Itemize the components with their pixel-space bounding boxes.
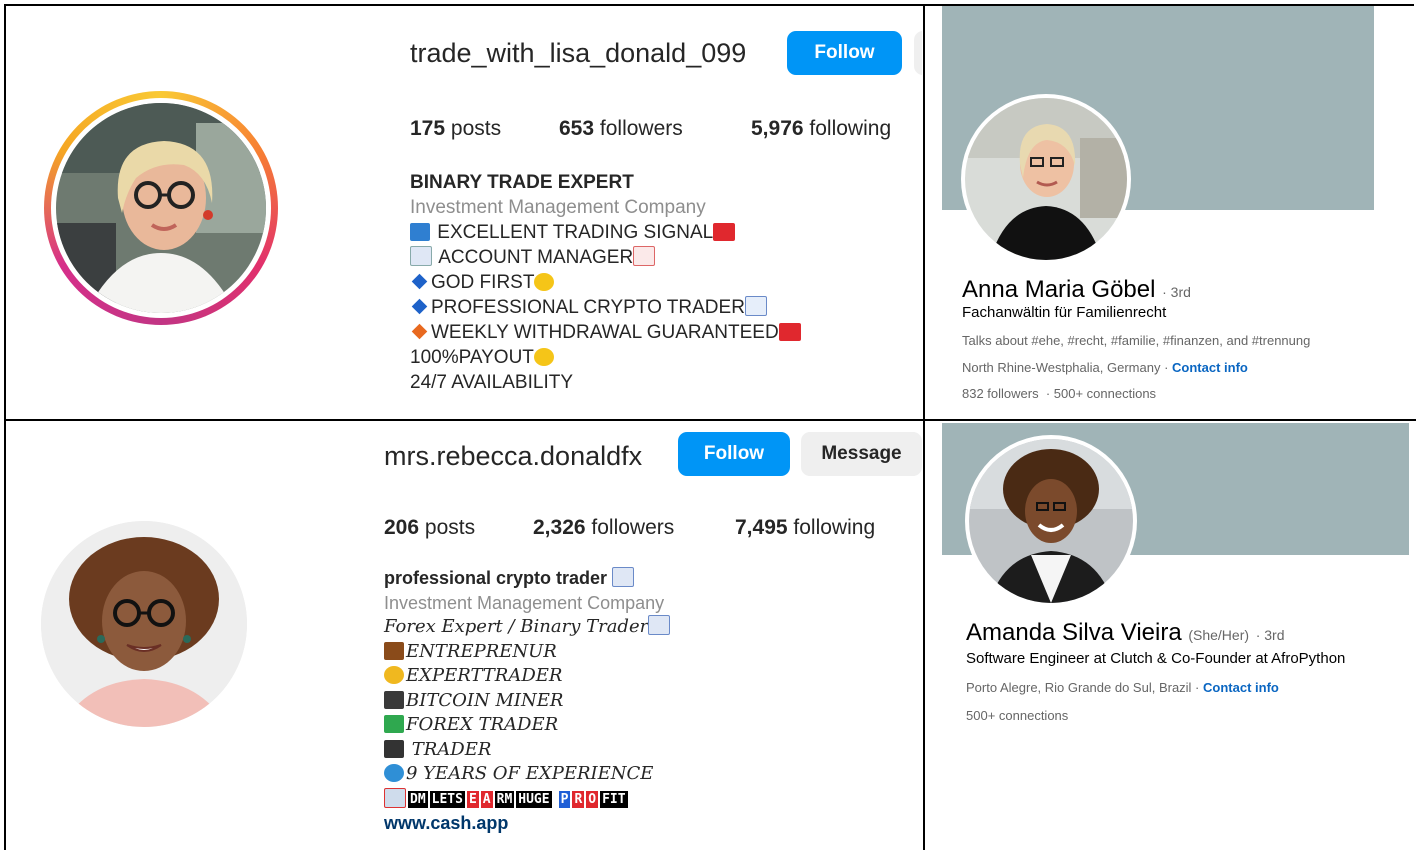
message-button[interactable]: Message	[801, 432, 922, 476]
profile-photo[interactable]	[969, 439, 1133, 603]
profile-avatar[interactable]	[56, 103, 266, 313]
bar-chart-icon	[612, 567, 635, 587]
bio-line: PROFESSIONAL CRYPTO TRADER	[410, 295, 803, 320]
linkedin-profile-amanda: Amanda Silva Vieira (She/Her) · 3rd Soft…	[925, 421, 1414, 850]
website-link[interactable]: www.cash.app	[384, 811, 672, 836]
blue-diamond-icon	[411, 273, 428, 290]
followers-count[interactable]: 653 followers	[559, 117, 683, 141]
profile-category: Investment Management Company	[384, 592, 665, 613]
profile-headline: Software Engineer at Clutch & Co-Founder…	[966, 650, 1346, 667]
bio-line: 9 YEARS OF EXPERIENCE	[384, 762, 672, 787]
laptop-icon	[384, 739, 404, 758]
bio-line: EXCELLENT TRADING SIGNAL	[410, 220, 803, 245]
bio-line: TRADER	[384, 738, 672, 763]
contact-info-link[interactable]: Contact info	[1203, 680, 1279, 695]
bio-line: BITCOIN MINER	[384, 689, 672, 714]
following-count[interactable]: 5,976 following	[751, 117, 891, 141]
briefcase-icon	[384, 641, 404, 660]
bio-line: Forex Expert / Binary Trader	[384, 615, 672, 640]
chart-increasing-icon	[633, 246, 656, 266]
bio-line: WEEKLY WITHDRAWAL GUARANTEED	[410, 320, 803, 345]
profile-name: Amanda Silva Vieira (She/Her) · 3rd	[966, 619, 1285, 646]
bio-line: professional crypto trader	[384, 566, 672, 591]
bio-line: EXPERTTRADER	[384, 664, 672, 689]
followers-count[interactable]: 2,326 followers	[533, 516, 674, 540]
message-button-partial[interactable]	[914, 31, 922, 75]
avatar-image	[41, 521, 247, 727]
profile-avatar[interactable]	[41, 521, 247, 727]
photo-image	[969, 439, 1133, 603]
hundred-points-icon	[778, 323, 801, 341]
check-chart-icon	[384, 715, 404, 733]
connection-degree: · 3rd	[1162, 284, 1191, 300]
bio-line: ACCOUNT MANAGER	[410, 245, 803, 270]
hundred-points-icon	[713, 223, 736, 241]
chart-icon	[410, 223, 430, 241]
follow-button[interactable]: Follow	[678, 432, 790, 476]
pronouns: (She/Her)	[1188, 627, 1250, 643]
bar-chart-icon	[648, 615, 671, 635]
location-line: North Rhine-Westphalia, Germany · Contac…	[962, 360, 1248, 375]
profile-name: BINARY TRADE EXPERT	[410, 172, 634, 193]
network-line: 832 followers · 500+ connections	[962, 386, 1156, 401]
posts-count[interactable]: 175 posts	[410, 117, 501, 141]
connection-degree: · 3rd	[1255, 627, 1285, 643]
profile-name: Anna Maria Göbel · 3rd	[962, 276, 1191, 303]
username: mrs.rebecca.donaldfx	[384, 441, 643, 471]
bio: professional crypto trader Investment Ma…	[384, 566, 672, 836]
posts-count[interactable]: 206 posts	[384, 516, 475, 540]
bio-line: ENTREPRENUR	[384, 640, 672, 665]
instagram-profile-rebecca: mrs.rebecca.donaldfx Follow Message 206 …	[6, 421, 922, 850]
linkedin-profile-anna: Anna Maria Göbel · 3rd Fachanwältin für …	[925, 6, 1414, 419]
following-count[interactable]: 7,495 following	[735, 516, 875, 540]
profile-name: professional crypto trader	[384, 568, 608, 588]
connections-count[interactable]: · 500+ connections	[1046, 386, 1156, 401]
photo-image	[965, 98, 1127, 260]
profile-category: Investment Management Company	[410, 197, 706, 218]
bar-chart-icon	[410, 246, 432, 266]
bio-line: GOD FIRST	[410, 270, 803, 295]
bio-line: FOREX TRADER	[384, 713, 672, 738]
chart-decreasing-icon	[744, 296, 767, 316]
bio-line: 24/7 AVAILABILITY	[410, 372, 574, 393]
profile-headline: Fachanwältin für Familienrecht	[962, 304, 1167, 321]
instagram-profile-lisa: trade_with_lisa_donald_099 Follow 175 po…	[6, 6, 922, 419]
bio-line-boxed: DM LETS E A RM HUGE P R O FIT	[384, 787, 672, 812]
avatar-image	[56, 103, 266, 313]
globe-icon	[384, 764, 404, 782]
bio-line: 100%PAYOUT	[410, 345, 803, 370]
username: trade_with_lisa_donald_099	[410, 38, 747, 68]
profile-photo[interactable]	[965, 98, 1127, 260]
contact-info-link[interactable]: Contact info	[1172, 360, 1248, 375]
follow-button[interactable]: Follow	[787, 31, 902, 75]
location-line: Porto Alegre, Rio Grande do Sul, Brazil …	[966, 680, 1279, 695]
bio: BINARY TRADE EXPERT Investment Managemen…	[410, 170, 803, 395]
blue-diamond-icon	[411, 298, 428, 315]
talks-about: Talks about #ehe, #recht, #familie, #fin…	[962, 333, 1311, 348]
connections-count[interactable]: 500+ connections	[966, 708, 1068, 723]
envelope-icon	[384, 787, 406, 808]
pick-icon	[384, 690, 404, 709]
medal-icon	[384, 666, 404, 684]
collision-icon	[534, 273, 555, 291]
followers-count[interactable]: 832 followers	[962, 386, 1039, 401]
collision-icon	[533, 348, 554, 366]
orange-diamond-icon	[411, 323, 428, 340]
